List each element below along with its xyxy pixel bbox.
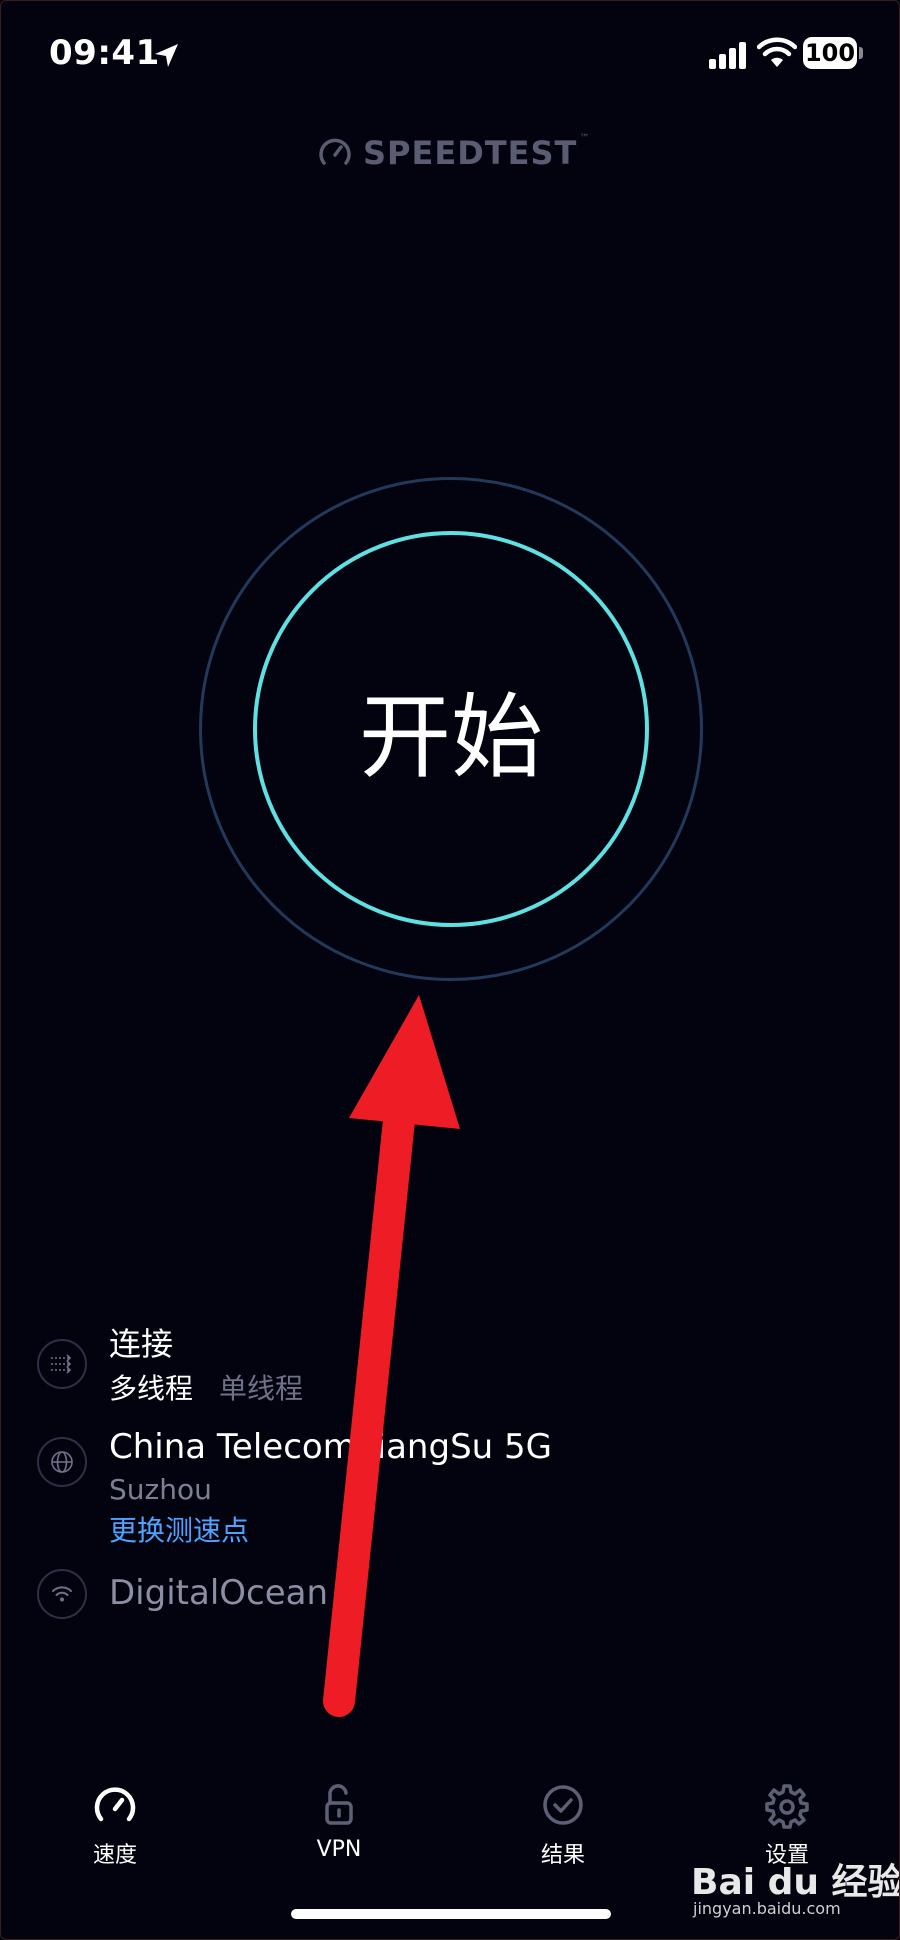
logo-text: SPEEDTEST [363,134,578,172]
change-server-link[interactable]: 更换测速点 [109,1509,249,1549]
speedometer-icon [94,1787,136,1822]
check-circle-icon [543,1785,583,1825]
status-time: 09:41 [49,33,160,73]
network-name: DigitalOcean [109,1573,329,1613]
watermark-text: Bai du 经验 [691,1862,900,1903]
unlock-icon [325,1784,353,1825]
tab-results-label: 结果 [540,1843,585,1868]
speedtest-screen: 09:41 100 SPEEDTEST ™ 开始 连接 多线程 单线程 Chin… [0,0,900,1940]
globe-icon [37,1437,87,1487]
battery-indicator: 100 [803,37,857,69]
wifi-icon [37,1569,87,1619]
location-arrow-icon [155,44,178,67]
home-indicator[interactable] [291,1909,611,1919]
watermark-url: jingyan.baidu.com [693,1899,841,1918]
tab-speed[interactable]: 速度 [45,1771,185,1881]
logo-trademark: ™ [579,133,590,144]
server-name: China Telecom JiangSu 5G [109,1427,552,1467]
start-test-label: 开始 [358,683,543,791]
status-bar: 09:41 100 [1,1,899,111]
tab-speed-label: 速度 [92,1843,137,1868]
connection-option-multi[interactable]: 多线程 [109,1367,193,1407]
speedometer-logo-icon [319,138,351,165]
tab-vpn[interactable]: VPN [269,1771,409,1881]
baidu-watermark: Bai du 经验 jingyan.baidu.com [691,1853,899,1923]
multi-connection-icon [37,1339,87,1389]
connection-option-single[interactable]: 单线程 [219,1367,303,1407]
battery-tip [859,47,863,59]
speedtest-logo: SPEEDTEST ™ [317,133,589,173]
server-city: Suzhou [109,1473,212,1506]
start-test-button[interactable]: 开始 [253,531,649,927]
wifi-icon [757,37,797,67]
tab-vpn-label: VPN [316,1837,362,1862]
gear-icon [765,1784,809,1829]
connection-title: 连接 [109,1325,174,1363]
tab-results[interactable]: 结果 [493,1771,633,1881]
signal-bars-icon [709,42,746,69]
